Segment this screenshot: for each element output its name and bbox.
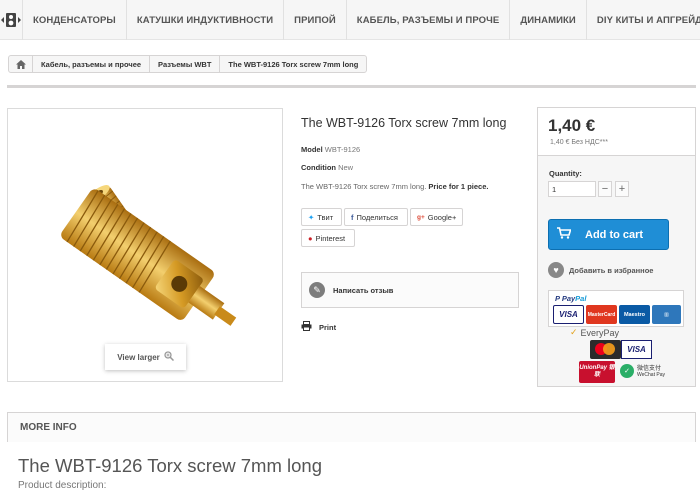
write-review-label: Написать отзыв — [333, 285, 394, 295]
visa-card-icon: VISA — [553, 305, 584, 324]
print-label: Print — [319, 322, 337, 332]
add-to-wishlist-link[interactable]: ♥ Добавить в избранное — [548, 262, 653, 278]
product-model: Model WBT-9126 — [301, 145, 360, 154]
model-value: WBT-9126 — [324, 145, 361, 154]
product-image[interactable] — [8, 109, 282, 381]
description-title: The WBT-9126 Torx screw 7mm long — [18, 455, 322, 476]
product-description-label: Product description: — [18, 480, 107, 491]
menu-item-solder[interactable]: Припой — [284, 0, 347, 40]
pencil-icon: ✎ — [309, 282, 325, 298]
visa-logo-icon: VISA — [621, 340, 652, 359]
twitter-icon: ✦ — [308, 212, 315, 222]
quantity-minus-button[interactable]: − — [598, 181, 612, 197]
printer-icon — [301, 321, 312, 333]
menu-item-diy-kits[interactable]: DIY киты и апгрейды — [587, 0, 700, 40]
google-plus-button[interactable]: g+ Google+ — [410, 208, 463, 226]
everypay-label: EveryPay — [580, 327, 620, 338]
description-price-note: Price for 1 piece. — [428, 182, 489, 191]
facebook-icon: f — [351, 212, 354, 222]
paypal-icon: P — [555, 294, 562, 303]
zoom-icon — [164, 351, 174, 363]
condition-value: New — [338, 163, 354, 172]
add-to-cart-button[interactable]: Add to cart — [548, 219, 669, 250]
wishlist-label: Добавить в избранное — [569, 265, 654, 275]
product-title: The WBT-9126 Torx screw 7mm long — [301, 116, 507, 130]
write-review-button[interactable]: ✎ Написать отзыв — [301, 272, 519, 308]
google-plus-icon: g+ — [417, 213, 425, 221]
quantity-input[interactable]: 1 — [548, 181, 596, 197]
product-short-description: The WBT-9126 Torx screw 7mm long. Price … — [301, 182, 488, 191]
wechat-cn-label: 微信支付 — [637, 366, 662, 372]
paypal-logo: P PayPal — [555, 294, 586, 303]
everypay-logo: ✓ EveryPay — [570, 327, 619, 338]
payment-methods-panel: P PayPal VISA MasterCard Maestro ▥ — [548, 290, 684, 327]
home-icon[interactable] — [9, 56, 33, 72]
view-larger-label: View larger — [117, 352, 160, 362]
price-area: 1,40 € 1,40 € Без НДС*** — [538, 108, 695, 156]
pinterest-icon: ● — [308, 233, 313, 243]
tweet-label: Твит — [317, 212, 334, 222]
pinterest-button[interactable]: ● Pinterest — [301, 229, 355, 247]
wechat-pay-logo: ✓ 微信支付 WeChat Pay — [620, 363, 665, 378]
view-larger-button[interactable]: View larger — [105, 344, 186, 370]
paypal-text-b: Pal — [575, 294, 587, 303]
share-button[interactable]: f Поделиться — [344, 208, 408, 226]
print-link[interactable]: Print — [301, 321, 336, 333]
tweet-button[interactable]: ✦ Твит — [301, 208, 342, 226]
breadcrumb-item-cables[interactable]: Кабель, разъемы и прочее — [33, 56, 151, 72]
menu-item-capacitors[interactable]: Конденсаторы — [23, 0, 127, 40]
unionpay-logo: UnionPay 银联 — [579, 361, 615, 383]
breadcrumb: Кабель, разъемы и прочее Разъемы WBT The… — [8, 55, 368, 73]
mastercard-logo-icon — [590, 340, 621, 359]
wechat-en-label: WeChat Pay — [637, 372, 665, 378]
description-text: The WBT-9126 Torx screw 7mm long. — [301, 182, 427, 191]
heart-icon: ♥ — [548, 262, 564, 278]
price-tax-excl: 1,40 € Без НДС*** — [550, 139, 608, 146]
cart-icon — [557, 227, 572, 242]
mastercard-card-icon: MasterCard — [586, 305, 617, 324]
breadcrumb-item-current: The WBT-9126 Torx screw 7mm long — [228, 59, 359, 69]
quantity-label: Quantity: — [549, 169, 582, 178]
breadcrumb-item-wbt[interactable]: Разъемы WBT — [150, 56, 221, 72]
logo-icon[interactable] — [0, 0, 23, 40]
share-label: Поделиться — [356, 212, 398, 222]
more-info-heading: More info — [7, 412, 696, 442]
pinterest-label: Pinterest — [315, 233, 346, 243]
menu-item-cables[interactable]: Кабель, разъемы и проче — [347, 0, 511, 40]
quantity-plus-button[interactable]: + — [615, 181, 629, 197]
buy-box: 1,40 € 1,40 € Без НДС*** Quantity: 1 − +… — [537, 107, 696, 387]
menu-item-speakers[interactable]: Динамики — [510, 0, 587, 40]
model-label: Model — [301, 145, 323, 154]
paypal-text-a: Pay — [561, 294, 576, 303]
add-to-cart-label: Add to cart — [585, 228, 644, 241]
top-menu: Конденсаторы Катушки индуктивности Припо… — [0, 0, 700, 40]
product-image-frame[interactable]: View larger — [7, 108, 283, 382]
amex-card-icon: ▥ — [652, 305, 681, 324]
everypay-check-icon: ✓ — [570, 327, 578, 337]
product-condition: Condition New — [301, 163, 353, 172]
menu-item-inductors[interactable]: Катушки индуктивности — [127, 0, 285, 40]
product-price: 1,40 € — [548, 116, 596, 135]
wechat-icon: ✓ — [620, 363, 634, 378]
divider — [7, 85, 696, 88]
maestro-card-icon: Maestro — [619, 305, 650, 324]
condition-label: Condition — [301, 163, 336, 172]
google-plus-label: Google+ — [427, 212, 457, 222]
